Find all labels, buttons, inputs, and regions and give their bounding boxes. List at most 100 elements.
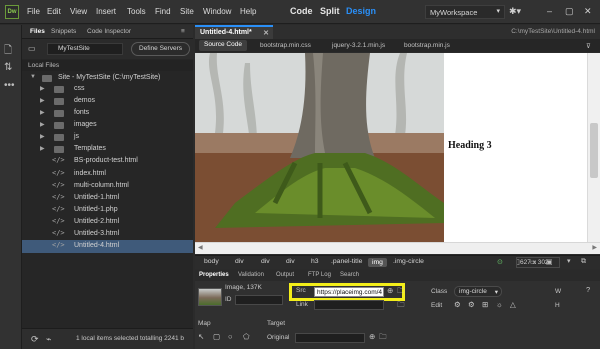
menu-edit[interactable]: Edit	[47, 7, 61, 16]
horizontal-scrollbar[interactable]: ◀ ▶	[195, 242, 600, 254]
maximize-icon[interactable]: ▢	[565, 6, 574, 17]
scroll-thumb[interactable]	[590, 123, 598, 178]
tab-ftp-log[interactable]: FTP Log	[308, 272, 331, 278]
related-source-code[interactable]: Source Code	[199, 40, 247, 51]
files-panel: Files Snippets Code Inspector ≡ ▭ MyTest…	[22, 25, 193, 349]
menu-find[interactable]: Find	[155, 7, 171, 16]
folder-icon	[54, 122, 64, 129]
tag-div[interactable]: div	[286, 258, 295, 265]
polygon-hotspot-icon[interactable]: ⬠	[243, 332, 250, 341]
filter-icon[interactable]: ⊽	[586, 42, 591, 50]
id-field[interactable]	[235, 295, 283, 305]
chevron-down-icon: ▾	[494, 289, 498, 296]
tree-file[interactable]: </> BS-product-test.html	[22, 155, 193, 168]
panel-tabs: Files Snippets Code Inspector ≡	[22, 25, 193, 39]
menu-help[interactable]: Help	[240, 7, 256, 16]
src-label: Src	[296, 287, 306, 294]
view-split-button[interactable]: Split	[320, 6, 340, 16]
window-size-field[interactable]: 627 x 302	[516, 257, 560, 268]
menu-window[interactable]: Window	[203, 7, 231, 16]
scroll-right-icon[interactable]: ▶	[592, 244, 597, 251]
tab-snippets[interactable]: Snippets	[51, 28, 76, 35]
close-tab-icon[interactable]: ✕	[263, 29, 269, 37]
document-tab-label: Untitled-4.html*	[200, 29, 252, 36]
tree-illustration	[195, 53, 444, 242]
sharpen-icon[interactable]: △	[510, 300, 516, 309]
src-input[interactable]: https://placeimg.com/4	[314, 287, 384, 297]
more-tools-icon[interactable]: •••	[4, 80, 15, 91]
minimize-icon[interactable]: –	[547, 6, 552, 16]
tab-code-inspector[interactable]: Code Inspector	[87, 28, 131, 35]
sync-settings-icon[interactable]: ✱▾	[509, 6, 521, 17]
close-icon[interactable]: ✕	[584, 6, 592, 17]
browse-folder-icon[interactable]: 🗀	[397, 299, 405, 312]
resample-icon[interactable]: ⊞	[482, 300, 488, 309]
file-management-icon[interactable]: ⇅	[4, 62, 12, 73]
panel-menu-icon[interactable]: ≡	[181, 28, 185, 35]
tab-search[interactable]: Search	[340, 272, 359, 278]
browse-folder-icon[interactable]: 🗀	[397, 285, 405, 298]
folder-icon	[54, 86, 64, 93]
tag-img[interactable]: img	[368, 258, 387, 267]
site-select[interactable]: MyTestSite	[47, 43, 123, 55]
vertical-scrollbar[interactable]	[587, 53, 600, 242]
point-to-file-icon[interactable]: ⊕	[369, 332, 375, 341]
menu-view[interactable]: View	[70, 7, 87, 16]
class-select[interactable]: img-circle ▾	[454, 286, 502, 297]
tag-div[interactable]: div	[235, 258, 244, 265]
tag-img-circle[interactable]: .img-circle	[393, 258, 424, 265]
tag-h3[interactable]: h3	[311, 258, 319, 265]
circle-hotspot-icon[interactable]: ○	[228, 332, 233, 341]
original-field[interactable]	[295, 333, 365, 343]
properties-panel: Image, 137K ID Src https://placeimg.com/…	[195, 281, 600, 349]
live-view-icon[interactable]: ⧉	[581, 258, 586, 266]
tree-file-selected[interactable]: </> Untitled-4.html	[22, 240, 193, 253]
original-label: Original	[267, 334, 290, 341]
refresh-icon[interactable]: ⟳	[31, 334, 39, 345]
code-file-icon: </>	[52, 217, 65, 225]
edit-image-icon[interactable]: ⚙	[454, 300, 461, 309]
menu-tools[interactable]: Tools	[127, 7, 146, 16]
tag-div[interactable]: div	[261, 258, 270, 265]
tag-body[interactable]: body	[204, 258, 219, 265]
menu-insert[interactable]: Insert	[96, 7, 116, 16]
design-view[interactable]: Heading 3 ◀ ▶	[195, 53, 600, 254]
brightness-icon[interactable]: ☼	[496, 300, 503, 309]
code-file-icon: </>	[52, 229, 65, 237]
link-field[interactable]	[314, 300, 384, 310]
help-icon[interactable]: ?	[586, 285, 590, 294]
connect-icon[interactable]: ⌁	[46, 334, 51, 345]
link-label: Link	[296, 301, 308, 308]
tag-panel-title[interactable]: .panel-title	[331, 258, 362, 265]
pointer-hotspot-icon[interactable]: ↖	[198, 332, 204, 341]
scroll-left-icon[interactable]: ◀	[198, 244, 203, 251]
define-servers-button[interactable]: Define Servers	[131, 42, 190, 56]
tab-validation[interactable]: Validation	[238, 272, 264, 278]
chevron-down-icon[interactable]: ▾	[567, 257, 571, 265]
point-to-file-icon[interactable]: ⊕	[387, 286, 393, 295]
chevron-right-icon: ▶	[40, 122, 45, 128]
crop-settings-icon[interactable]: ⚙	[468, 300, 475, 309]
view-code-button[interactable]: Code	[290, 6, 313, 16]
code-file-icon: </>	[52, 205, 65, 213]
related-file[interactable]: bootstrap.min.js	[404, 42, 450, 49]
tree-image[interactable]	[195, 53, 444, 242]
open-document-icon[interactable]: 🗋	[4, 43, 12, 60]
menu-site[interactable]: Site	[180, 7, 194, 16]
document-tab[interactable]: Untitled-4.html* ✕	[195, 25, 273, 39]
check-icon[interactable]: ⊙	[497, 258, 503, 266]
view-design-button[interactable]: Design	[346, 6, 376, 16]
properties-tabs: Properties Validation Output FTP Log Sea…	[195, 270, 600, 281]
related-file[interactable]: jquery-3.2.1.min.js	[332, 42, 385, 49]
class-label: Class	[431, 288, 448, 295]
workspace-select[interactable]: MyWorkspace ▾	[425, 5, 505, 19]
tab-files[interactable]: Files	[30, 28, 45, 35]
site-select-label: MyTestSite	[58, 45, 90, 52]
tab-output[interactable]: Output	[276, 272, 294, 278]
heading-3[interactable]: Heading 3	[448, 140, 492, 151]
rectangle-hotspot-icon[interactable]: ▢	[213, 332, 220, 341]
related-file[interactable]: bootstrap.min.css	[260, 42, 311, 49]
browse-folder-icon[interactable]: 🗀	[379, 331, 387, 344]
tab-properties[interactable]: Properties	[199, 272, 229, 278]
menu-file[interactable]: File	[27, 7, 40, 16]
